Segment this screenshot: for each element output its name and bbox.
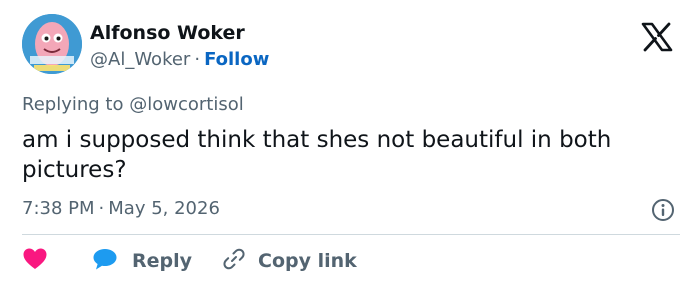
avatar[interactable] (22, 14, 82, 74)
tweet-time: 7:38 PM (22, 198, 95, 219)
x-logo-icon[interactable] (640, 22, 674, 52)
follow-button[interactable]: Follow (204, 49, 269, 70)
replying-to-prefix: Replying to (22, 94, 124, 115)
replying-to-mention[interactable]: @lowcortisol (129, 94, 244, 115)
replying-to: Replying to @lowcortisol (22, 94, 244, 115)
divider (22, 234, 680, 235)
author-name[interactable]: Alfonso Woker (90, 22, 245, 44)
action-bar: Reply Copy link (22, 246, 357, 276)
reply-label: Reply (132, 250, 193, 272)
tweet-timestamp[interactable]: 7:38 PM · May 5, 2026 (22, 198, 220, 219)
speech-bubble-icon (92, 247, 118, 275)
copy-link-button[interactable]: Copy link (222, 247, 357, 275)
separator-dot: · (194, 49, 201, 70)
reply-button[interactable]: Reply (92, 247, 192, 275)
author-meta: @Al_Woker · Follow (90, 49, 269, 70)
author-handle[interactable]: @Al_Woker (90, 49, 190, 70)
timestamp-separator: · (98, 198, 105, 219)
info-icon[interactable] (651, 198, 675, 222)
tweet-text: am i supposed think that shes not beauti… (22, 127, 612, 183)
link-icon (222, 247, 246, 275)
copy-link-label: Copy link (258, 250, 357, 272)
tweet-date: May 5, 2026 (108, 198, 220, 219)
like-button[interactable] (22, 247, 54, 275)
heart-icon (22, 247, 48, 275)
